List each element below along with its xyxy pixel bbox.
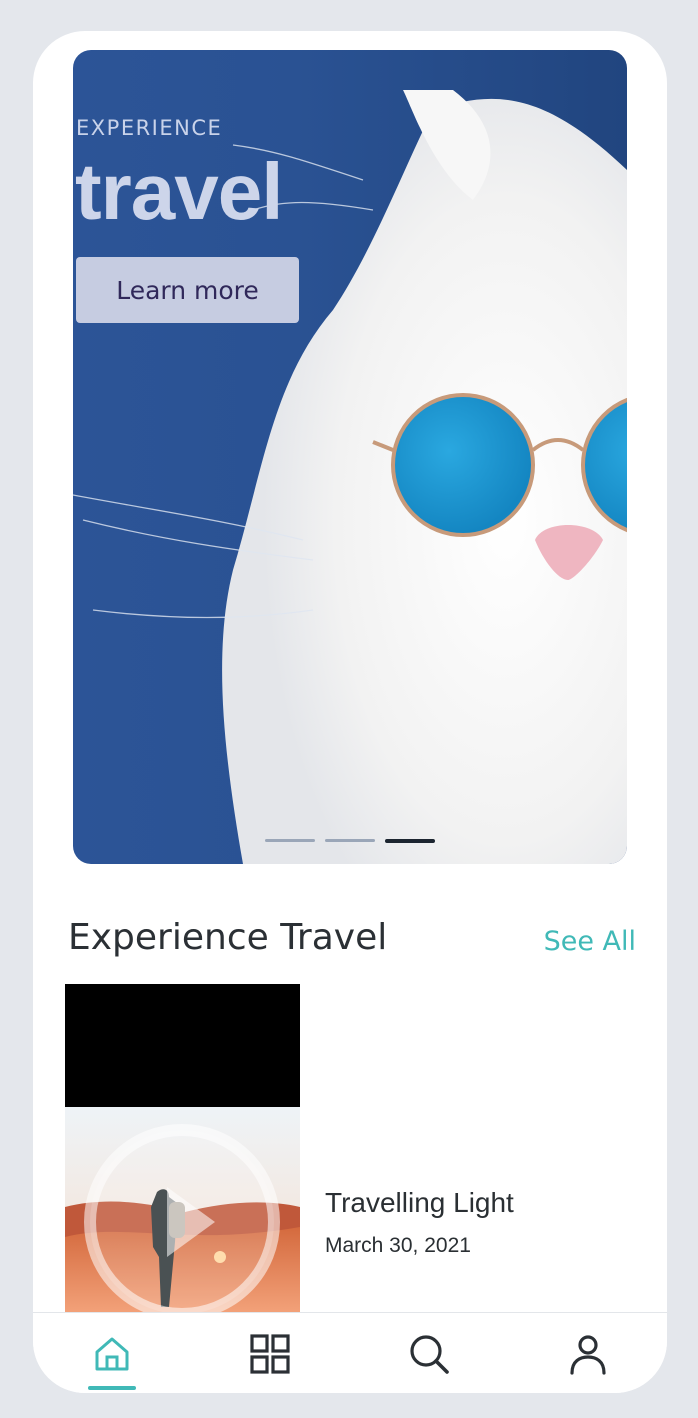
phone-frame: EXPERIENCE travel Learn more Experience … — [33, 31, 667, 1393]
hero-headline: travel — [75, 147, 283, 236]
article-thumbnail[interactable] — [65, 984, 300, 1314]
article-card[interactable]: Travelling Light March 30, 2021 — [65, 984, 665, 1314]
nav-grid[interactable] — [230, 1313, 310, 1393]
nav-home[interactable] — [72, 1313, 152, 1393]
search-icon — [410, 1334, 449, 1374]
nav-active-indicator — [88, 1386, 136, 1390]
carousel-dot[interactable] — [265, 839, 315, 842]
bottom-navigation — [33, 1312, 667, 1393]
hero-banner[interactable]: EXPERIENCE travel Learn more — [73, 50, 627, 864]
section-title: Experience Travel — [68, 917, 388, 958]
home-icon — [95, 1337, 129, 1370]
desert-image — [65, 1107, 300, 1314]
nav-profile[interactable] — [548, 1313, 628, 1393]
carousel-dot-active[interactable] — [385, 839, 435, 843]
learn-more-button[interactable]: Learn more — [76, 257, 299, 323]
hero-eyebrow: EXPERIENCE — [76, 116, 223, 140]
carousel-indicator — [265, 839, 435, 843]
grid-icon — [250, 1333, 290, 1374]
article-title[interactable]: Travelling Light — [325, 1187, 514, 1219]
carousel-dot[interactable] — [325, 839, 375, 842]
profile-icon — [570, 1334, 606, 1375]
nav-search[interactable] — [389, 1313, 469, 1393]
article-date: March 30, 2021 — [325, 1234, 471, 1257]
thumbnail-placeholder — [65, 984, 300, 1107]
see-all-link[interactable]: See All — [544, 926, 636, 957]
